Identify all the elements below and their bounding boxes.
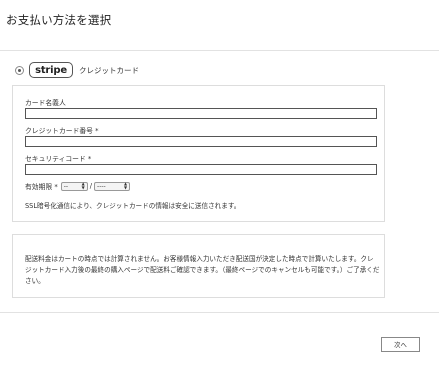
- payment-method-label: クレジットカード: [79, 65, 139, 75]
- card-number-input[interactable]: [25, 136, 377, 147]
- cardholder-name-label: カード名義人: [25, 99, 66, 107]
- divider-top: [0, 50, 439, 51]
- select-arrows-icon: ▲ ▼: [123, 181, 128, 190]
- card-number-label: クレジットカード番号 *: [25, 127, 99, 135]
- shipping-note: 配送料金はカートの時点では計算されません。お客様情報入力いただき配送国が決定した…: [25, 255, 380, 285]
- cardholder-name-input[interactable]: [25, 108, 377, 119]
- shipping-info-box: 配送料金はカートの時点では計算されません。お客様情報入力いただき配送国が決定した…: [12, 234, 385, 298]
- expiry-year-select[interactable]: ---- ▲ ▼: [94, 181, 131, 191]
- credit-card-form: カード名義人 クレジットカード番号 * セキュリティコード * 有効期限 * -…: [12, 85, 385, 222]
- ssl-security-note: SSL暗号化通信により、クレジットカードの情報は安全に送信されます。: [25, 202, 241, 210]
- expiry-separator: /: [89, 182, 93, 190]
- payment-method-radio[interactable]: [15, 65, 24, 75]
- expiry-row: 有効期限 * -- ▲ ▼ / ---- ▲ ▼: [25, 181, 131, 191]
- divider-bottom: [0, 312, 439, 313]
- security-code-label: セキュリティコード *: [25, 155, 92, 163]
- expiry-year-value: ----: [97, 182, 106, 190]
- stripe-logo: stripe: [29, 62, 73, 78]
- expiry-month-value: --: [63, 182, 69, 190]
- select-arrows-icon: ▲ ▼: [81, 181, 85, 190]
- page-title: お支払い方法を選択: [6, 13, 112, 27]
- radio-selected-dot: [18, 68, 21, 72]
- expiry-month-select[interactable]: -- ▲ ▼: [60, 181, 88, 191]
- next-button[interactable]: 次へ: [381, 337, 420, 352]
- payment-method-option[interactable]: stripe クレジットカード: [15, 61, 139, 79]
- security-code-input[interactable]: [25, 164, 377, 175]
- expiry-label: 有効期限 *: [25, 183, 58, 191]
